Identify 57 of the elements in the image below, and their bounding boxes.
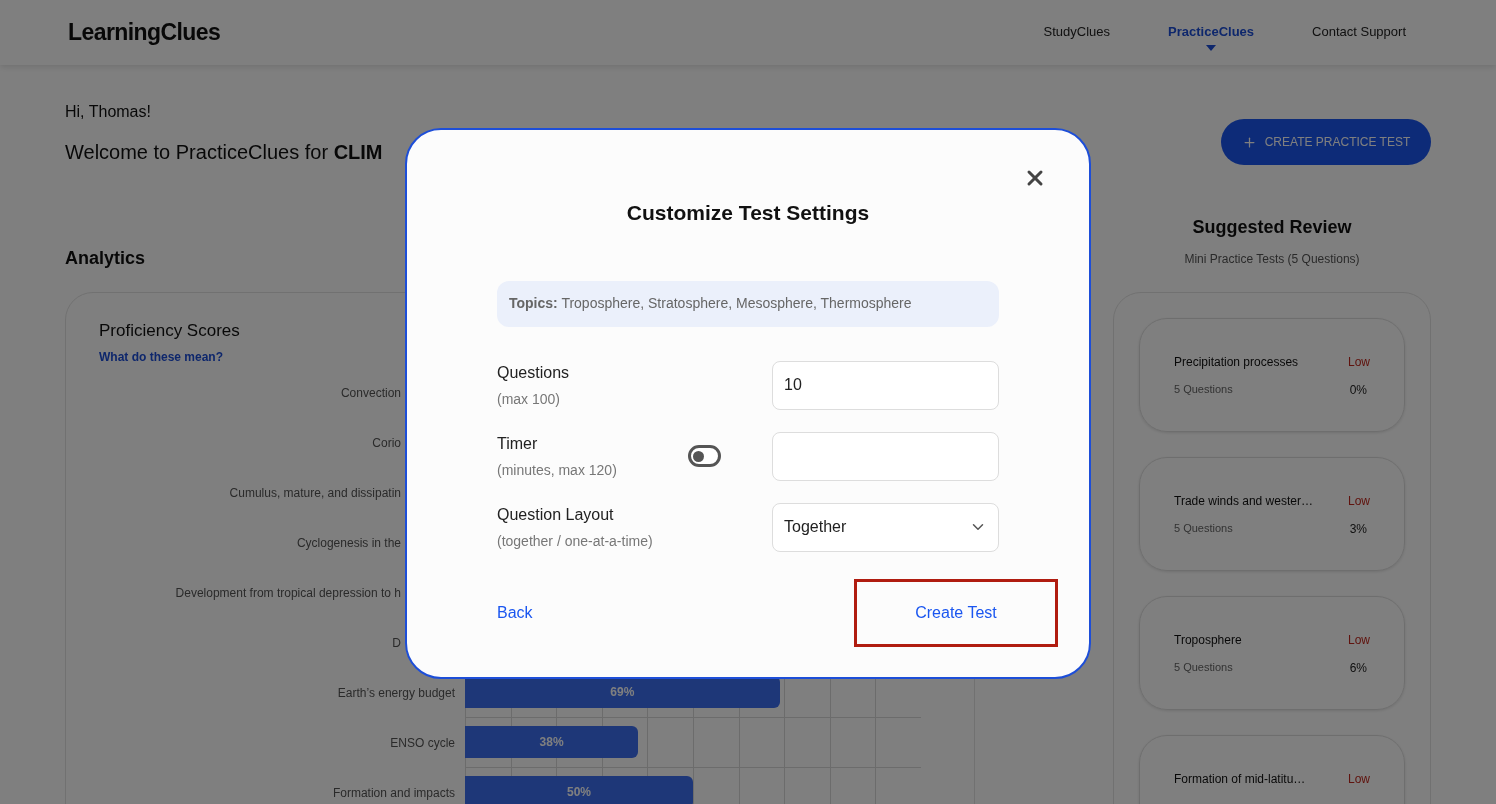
question-count: 5 Questions xyxy=(1174,521,1233,536)
question-count: 5 Questions xyxy=(1174,660,1233,675)
back-link[interactable]: Back xyxy=(497,600,533,625)
field-label: Question Layout xyxy=(497,504,615,525)
timer-toggle[interactable] xyxy=(688,445,721,467)
topic-label: Cumulus, mature, and dissipatin xyxy=(229,485,401,500)
logo[interactable]: LearningClues xyxy=(68,15,221,50)
rating-label: Low xyxy=(1348,493,1370,510)
field-hint: (max 100) xyxy=(497,389,562,409)
timer-input[interactable] xyxy=(772,431,999,481)
topics-text: Topics: Troposphere, Stratosphere, Mesosphere, Thermosphere xyxy=(509,294,912,313)
field-label: Questions xyxy=(497,362,570,383)
layout-select[interactable]: Together xyxy=(772,502,999,552)
welcome-text: Welcome to PracticeClues for CLIM xyxy=(65,140,383,165)
score-value: 3% xyxy=(1349,521,1368,538)
create-practice-test-button[interactable]: CREATE PRACTICE TEST xyxy=(1221,119,1431,165)
section-title: Analytics xyxy=(65,247,147,270)
nav-link[interactable]: StudyClues xyxy=(1043,11,1111,54)
caret-icon xyxy=(1206,45,1217,52)
review-card[interactable]: Trade winds and wester… Low 5 Questions 3% xyxy=(1139,457,1405,571)
review-card[interactable]: Precipitation processes Low 5 Questions 0% xyxy=(1139,318,1405,432)
field-hint: (minutes, max 120) xyxy=(497,460,617,480)
topic-label: ENSO cycle xyxy=(390,735,455,750)
card-title: Proficiency Scores xyxy=(99,320,241,342)
section-title: Suggested Review xyxy=(1192,216,1352,239)
nav-link[interactable]: Contact Support xyxy=(1312,11,1406,54)
create-test-button[interactable]: Create Test xyxy=(854,578,1058,647)
field-hint: (together / one-at-a-time) xyxy=(497,531,653,551)
topic-name: Precipitation processes xyxy=(1174,354,1299,371)
greeting: Hi, Thomas! xyxy=(65,102,152,122)
rating-label: Low xyxy=(1348,771,1370,788)
topic-name: Trade winds and wester… xyxy=(1174,493,1313,510)
topic-name: Troposphere xyxy=(1174,632,1242,649)
review-card[interactable]: Troposphere Low 5 Questions 6% xyxy=(1139,596,1405,710)
topic-name: Formation of mid-latitu… xyxy=(1174,771,1306,788)
topic-label: Corio xyxy=(372,435,401,450)
dialog-title: Customize Test Settings xyxy=(625,200,871,226)
nav-link[interactable]: PracticeClues xyxy=(1168,11,1255,54)
topic-label: Formation and impacts xyxy=(332,785,455,800)
topic-label: Earth’s energy budget xyxy=(337,685,455,700)
topic-label: Cyclogenesis in the xyxy=(296,535,401,550)
review-card[interactable]: Formation of mid-latitu… Low xyxy=(1139,735,1405,804)
rating-label: Low xyxy=(1348,354,1370,371)
question-count: 5 Questions xyxy=(1174,382,1233,397)
score-bar: 38% xyxy=(465,726,639,758)
score-value: 0% xyxy=(1349,382,1368,399)
help-link[interactable]: What do these mean? xyxy=(99,347,223,366)
rating-label: Low xyxy=(1348,632,1370,649)
questions-input[interactable]: 10 xyxy=(772,360,999,410)
plus-icon xyxy=(1241,134,1257,150)
field-label: Timer xyxy=(497,433,539,454)
topic-label: Convection xyxy=(340,385,401,400)
topic-label: Development from tropical depression to h xyxy=(175,585,401,600)
section-subtitle: Mini Practice Tests (5 Questions) xyxy=(1184,251,1360,268)
topic-label: D xyxy=(392,635,401,650)
score-bar: 50% xyxy=(465,776,693,804)
score-value: 6% xyxy=(1349,660,1368,677)
